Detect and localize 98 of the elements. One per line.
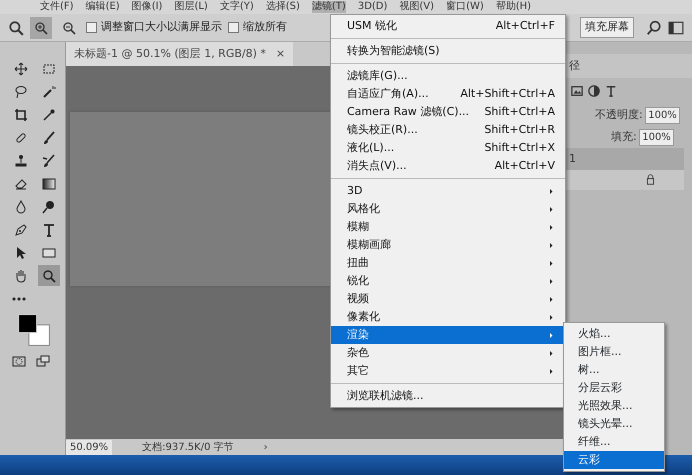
submenu-arrow-icon — [548, 350, 555, 356]
zoom-icon — [42, 268, 56, 282]
menu-item[interactable]: 火焰... — [564, 325, 664, 343]
menu-item[interactable]: 杂色 — [331, 344, 565, 362]
panel-layout-icon — [668, 20, 684, 36]
color-swatches-icon — [16, 312, 52, 348]
submenu-arrow-icon — [548, 224, 555, 230]
menu-bar-item[interactable]: 窗口(W) — [446, 1, 484, 13]
lasso-icon — [14, 84, 28, 98]
menu-item[interactable]: 锐化 — [331, 272, 565, 290]
checkbox-label: 缩放所有 — [243, 19, 287, 36]
opacity-field[interactable]: 100% — [645, 106, 680, 124]
menu-item[interactable]: 镜头校正(R)... Shift+Ctrl+R — [331, 121, 565, 139]
menu-item[interactable]: 模糊画廊 — [331, 236, 565, 254]
menu-item[interactable]: 树... — [564, 361, 664, 379]
menu-item[interactable]: 消失点(V)... Alt+Ctrl+V — [331, 157, 565, 175]
menu-bar-item[interactable]: 3D(D) — [358, 1, 388, 13]
marquee-icon — [42, 62, 56, 76]
menu-item[interactable]: 视频 — [331, 290, 565, 308]
menu-item[interactable]: 转换为智能滤镜(S) — [331, 42, 565, 60]
menu-item[interactable]: 图片框... — [564, 343, 664, 361]
type-icon — [42, 222, 56, 236]
document-info: 文档:937.5K/0 字节 — [142, 440, 234, 454]
submenu-arrow-icon — [548, 296, 555, 302]
submenu-arrow-icon — [548, 206, 555, 212]
menu-bar-item[interactable]: 文件(F) — [40, 1, 74, 13]
fill-label: 填充: — [611, 128, 637, 145]
menu-item[interactable]: 自适应广角(A)... Alt+Shift+Ctrl+A — [331, 85, 565, 103]
submenu-arrow-icon — [548, 332, 555, 338]
stamp-icon — [14, 154, 28, 168]
zoom-in-icon — [34, 20, 48, 34]
gradient-icon — [42, 176, 56, 190]
tool-button[interactable] — [38, 265, 60, 286]
image-filter-icon — [571, 85, 583, 97]
checkbox[interactable] — [228, 22, 239, 33]
menu-item[interactable]: 浏览联机滤镜... — [331, 387, 565, 405]
panel-tab[interactable]: 径 — [569, 58, 580, 74]
zoom-icon — [8, 20, 24, 36]
zoom-field[interactable]: 50.09% — [66, 440, 112, 454]
menu-item[interactable]: 其它 — [331, 362, 565, 380]
rectangle-icon — [42, 246, 56, 260]
fill-screen-button[interactable]: 填充屏幕 — [580, 17, 634, 38]
checkbox-label: 调整窗口大小以满屏显示 — [101, 19, 222, 36]
history-brush-icon — [42, 154, 56, 168]
menu-item[interactable]: USM 锐化 Alt+Ctrl+F — [331, 17, 565, 35]
menu-item[interactable]: 纤维... — [564, 433, 664, 451]
submenu-arrow-icon — [548, 368, 555, 374]
fill-field[interactable]: 100% — [639, 128, 674, 146]
search-icon — [646, 20, 662, 36]
menu-item[interactable]: Camera Raw 滤镜(C)... Shift+Ctrl+A — [331, 103, 565, 121]
menu-item[interactable]: 风格化 — [331, 200, 565, 218]
layer-name[interactable]: 1 — [569, 150, 576, 168]
menu-bar-item[interactable]: 视图(V) — [399, 1, 434, 13]
menu-item[interactable]: 光照效果... — [564, 397, 664, 415]
menu-item[interactable]: 滤镜库(G)... — [331, 67, 565, 85]
pen-icon — [14, 222, 28, 236]
menu-bar-item[interactable]: 选择(S) — [266, 1, 300, 13]
submenu-arrow-icon — [548, 278, 555, 284]
quick-mask-icon — [12, 354, 26, 368]
menu-item[interactable]: 分层云彩 — [564, 379, 664, 397]
submenu-arrow-icon — [548, 260, 555, 266]
menu-item[interactable]: 3D — [331, 182, 565, 200]
menu-bar-item[interactable]: 滤镜(T) — [312, 1, 346, 13]
type-filter-icon — [605, 85, 617, 97]
status-arrow-button[interactable]: › — [264, 440, 268, 454]
screen-mode-icon — [36, 354, 50, 368]
drop-icon — [14, 200, 28, 214]
zoom-in-button[interactable] — [30, 16, 52, 38]
menu-item[interactable]: 镜头光晕... — [564, 415, 664, 433]
zoom-out-icon — [62, 20, 76, 34]
submenu-arrow-icon — [548, 242, 555, 248]
brush-icon — [42, 130, 56, 144]
menu-bar-item[interactable]: 图层(L) — [174, 1, 208, 13]
magic-wand-icon — [42, 84, 56, 98]
submenu-arrow-icon — [548, 314, 555, 320]
move-icon — [14, 62, 28, 76]
eraser-icon — [14, 176, 28, 190]
document-tab[interactable]: 未标题-1 @ 50.1% (图层 1, RGB/8) * × — [66, 42, 294, 66]
menu-item[interactable]: 液化(L)... Shift+Ctrl+X — [331, 139, 565, 157]
menu-item[interactable]: 扭曲 — [331, 254, 565, 272]
checkbox[interactable] — [86, 22, 97, 33]
crop-icon — [14, 108, 28, 122]
arrow-icon — [14, 246, 28, 260]
menu-item[interactable]: 云彩 — [564, 451, 664, 469]
lock-icon — [645, 174, 656, 185]
adjustment-filter-icon — [588, 85, 600, 97]
opacity-label: 不透明度: — [595, 106, 643, 123]
menu-item[interactable]: 模糊 — [331, 218, 565, 236]
menu-bar-item[interactable]: 文字(Y) — [220, 1, 254, 13]
menu-item[interactable]: 渲染 — [331, 326, 565, 344]
menu-bar-item[interactable]: 帮助(H) — [496, 1, 532, 13]
close-button[interactable]: × — [276, 46, 286, 62]
menu-item[interactable]: 像素化 — [331, 308, 565, 326]
document-title: 未标题-1 @ 50.1% (图层 1, RGB/8) * — [74, 46, 266, 62]
submenu-arrow-icon — [548, 188, 555, 194]
menu-bar-item[interactable]: 图像(I) — [132, 1, 162, 13]
hand-icon — [14, 268, 28, 282]
menu-bar-item[interactable]: 编辑(E) — [86, 1, 120, 13]
